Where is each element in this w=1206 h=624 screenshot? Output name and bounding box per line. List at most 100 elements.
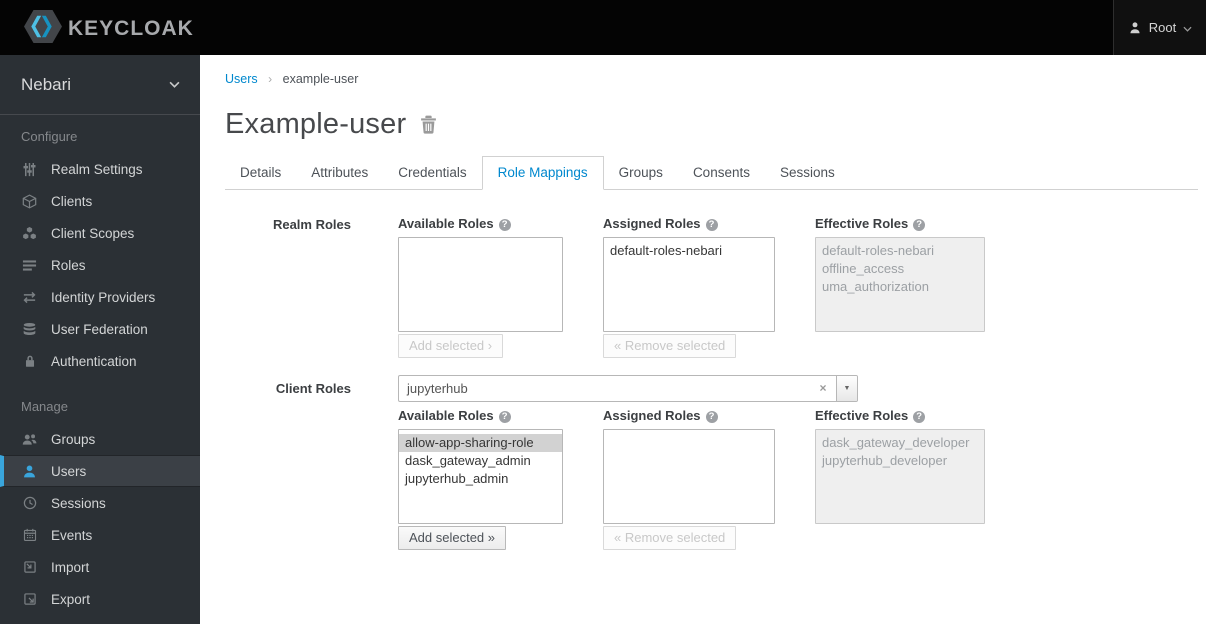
sidebar-item-label: Clients xyxy=(51,193,93,209)
help-icon[interactable]: ? xyxy=(705,411,718,423)
sidebar-item-label: Identity Providers xyxy=(51,289,156,305)
keycloak-admin-console: KEYCLOAK Root Nebari Configure Realm Set… xyxy=(0,0,1206,624)
effective-roles-label-text: Effective Roles xyxy=(815,216,909,231)
user-menu[interactable]: Root xyxy=(1113,0,1206,55)
client-roles-select-value: jupyterhub xyxy=(407,381,468,396)
sidebar-item-label: User Federation xyxy=(51,321,148,337)
role-option[interactable]: dask_gateway_admin xyxy=(399,452,562,470)
sidebar-item-realm-settings[interactable]: Realm Settings xyxy=(0,153,200,185)
tab-role-mappings[interactable]: Role Mappings xyxy=(481,156,604,190)
sidebar-item-label: Client Scopes xyxy=(51,225,135,241)
sidebar-item-authentication[interactable]: Authentication xyxy=(0,345,200,377)
sidebar-item-label: Users xyxy=(51,463,87,479)
help-icon[interactable]: ? xyxy=(913,219,926,231)
help-icon[interactable]: ? xyxy=(705,219,718,231)
client-assigned-roles-listbox[interactable] xyxy=(603,429,775,524)
breadcrumb-separator-icon: › xyxy=(268,72,273,86)
sidebar-item-events[interactable]: Events xyxy=(0,519,200,551)
sidebar: Nebari Configure Realm Settings Clients xyxy=(0,55,200,624)
main-content: Users › example-user Example-user Detail… xyxy=(200,55,1206,624)
user-icon xyxy=(21,464,38,479)
assigned-roles-label: Assigned Roles? xyxy=(603,408,775,424)
export-icon xyxy=(21,592,38,606)
help-icon[interactable]: ? xyxy=(498,411,511,423)
role-option: uma_authorization xyxy=(822,279,929,294)
help-icon[interactable]: ? xyxy=(498,219,511,231)
keycloak-logo[interactable]: KEYCLOAK xyxy=(24,10,194,48)
available-roles-label-text: Available Roles xyxy=(398,408,494,423)
sidebar-item-client-scopes[interactable]: Client Scopes xyxy=(0,217,200,249)
assigned-roles-label-text: Assigned Roles xyxy=(603,408,701,423)
sidebar-item-groups[interactable]: Groups xyxy=(0,423,200,455)
sidebar-item-export[interactable]: Export xyxy=(0,583,200,615)
tab-credentials[interactable]: Credentials xyxy=(383,157,481,189)
sliders-icon xyxy=(21,162,38,177)
realm-selector[interactable]: Nebari xyxy=(0,55,200,115)
breadcrumb-link-users[interactable]: Users xyxy=(225,72,258,86)
sidebar-item-label: Sessions xyxy=(51,495,106,511)
client-roles-label: Client Roles xyxy=(275,380,351,396)
lock-icon xyxy=(21,354,38,368)
section-label-configure: Configure xyxy=(21,129,78,144)
sidebar-item-sessions[interactable]: Sessions xyxy=(0,487,200,519)
chevron-down-icon xyxy=(169,81,180,88)
cube-icon xyxy=(21,193,38,209)
role-option[interactable]: jupyterhub_admin xyxy=(399,470,562,488)
role-option: offline_access xyxy=(822,261,905,276)
client-remove-selected-button[interactable]: « Remove selected xyxy=(603,526,737,550)
sidebar-item-label: Export xyxy=(51,591,91,607)
tab-consents[interactable]: Consents xyxy=(678,157,765,189)
sidebar-item-label: Events xyxy=(51,527,93,543)
chevron-down-icon xyxy=(1183,20,1192,35)
sidebar-item-user-federation[interactable]: User Federation xyxy=(0,313,200,345)
client-roles-select-row: Client Roles jupyterhub × ▼ xyxy=(225,375,1206,402)
delete-user-icon[interactable] xyxy=(420,115,437,134)
role-option[interactable]: allow-app-sharing-role xyxy=(399,434,562,452)
role-option: jupyterhub_developer xyxy=(822,453,948,468)
available-roles-label: Available Roles? xyxy=(398,408,563,424)
tab-attributes[interactable]: Attributes xyxy=(296,157,383,189)
sidebar-item-clients[interactable]: Clients xyxy=(0,185,200,217)
tab-groups[interactable]: Groups xyxy=(604,157,678,189)
realm-assigned-roles-listbox[interactable]: default-roles-nebari xyxy=(603,237,775,332)
users-icon xyxy=(21,432,38,447)
realm-remove-selected-button[interactable]: « Remove selected xyxy=(603,334,737,358)
sidebar-item-roles[interactable]: Roles xyxy=(0,249,200,281)
realm-available-roles-listbox[interactable] xyxy=(398,237,563,332)
sidebar-item-users[interactable]: Users xyxy=(0,455,200,487)
tab-details[interactable]: Details xyxy=(225,157,296,189)
realm-name: Nebari xyxy=(21,74,72,94)
sidebar-item-identity-providers[interactable]: Identity Providers xyxy=(0,281,200,313)
client-roles-select[interactable]: jupyterhub × ▼ xyxy=(398,375,858,402)
client-add-selected-button[interactable]: Add selected » xyxy=(398,526,507,550)
client-available-roles-listbox[interactable]: allow-app-sharing-role dask_gateway_admi… xyxy=(398,429,563,524)
logo-text: KEYCLOAK xyxy=(68,17,194,40)
breadcrumb-current: example-user xyxy=(282,72,359,86)
sidebar-item-label: Import xyxy=(51,559,90,575)
tab-sessions[interactable]: Sessions xyxy=(765,157,850,189)
role-option: dask_gateway_developer xyxy=(822,435,970,450)
exchange-icon xyxy=(21,290,38,305)
list-icon xyxy=(21,258,38,273)
sidebar-item-label: Authentication xyxy=(51,353,137,369)
dropdown-toggle-icon[interactable]: ▼ xyxy=(836,376,857,401)
user-icon xyxy=(1128,21,1142,35)
realm-add-selected-button[interactable]: Add selected › xyxy=(398,334,504,358)
sidebar-item-label: Roles xyxy=(51,257,86,273)
configure-section: Configure Realm Settings Clients Client … xyxy=(0,129,200,377)
available-roles-label-text: Available Roles xyxy=(398,216,494,231)
breadcrumb: Users › example-user xyxy=(200,55,1206,86)
client-roles-row: Available Roles? allow-app-sharing-role … xyxy=(225,408,1206,550)
clear-selection-icon[interactable]: × xyxy=(810,376,836,401)
manage-section: Manage Groups Users Sessions Events Impo… xyxy=(0,399,200,615)
role-option[interactable]: default-roles-nebari xyxy=(604,242,774,260)
import-icon xyxy=(21,560,38,574)
help-icon[interactable]: ? xyxy=(913,411,926,423)
page-title: Example-user xyxy=(225,108,407,140)
available-roles-label: Available Roles? xyxy=(398,216,563,232)
sidebar-item-import[interactable]: Import xyxy=(0,551,200,583)
section-label-manage: Manage xyxy=(21,399,68,414)
client-roles-row-spacer xyxy=(225,408,351,409)
effective-roles-label-text: Effective Roles xyxy=(815,408,909,423)
title-row: Example-user xyxy=(225,108,1206,141)
